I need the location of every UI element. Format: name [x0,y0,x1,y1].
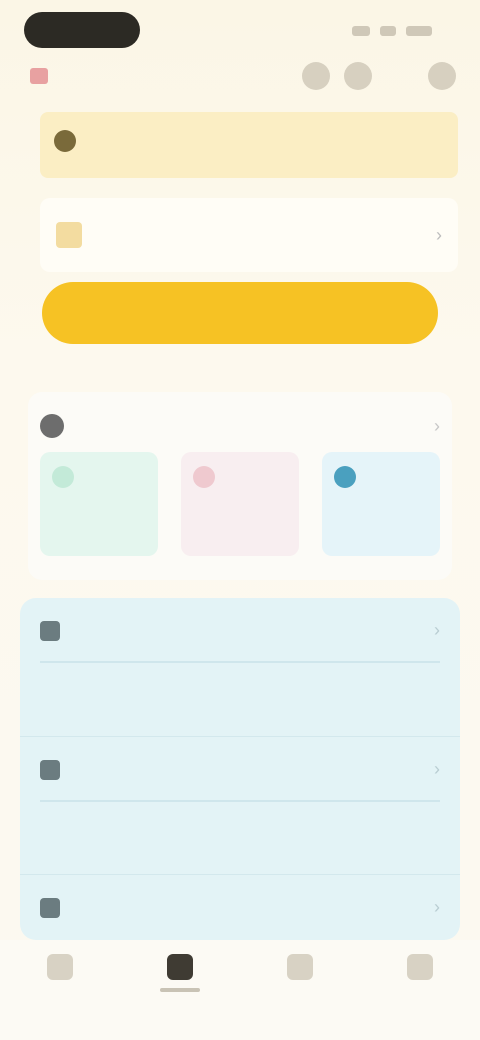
section-icon [40,414,64,438]
list-item[interactable]: › [20,874,460,940]
tile-icon [52,466,74,488]
signal-icon [352,26,370,36]
status-bar [20,8,460,52]
toolbar-actions [302,62,456,90]
divider [40,800,440,802]
chevron-right-icon: › [434,759,440,779]
shortcut-tile[interactable] [181,452,299,556]
tile-icon [334,466,356,488]
content-list: › › › [20,598,460,940]
item-icon [40,759,60,780]
dynamic-island [24,12,140,48]
tab-profile[interactable] [390,954,450,1040]
bell-icon [287,954,313,980]
chevron-right-icon[interactable]: › [434,416,440,437]
chevron-right-icon: › [436,224,442,245]
item-icon [40,897,60,918]
shortcuts-section: › [28,392,452,580]
item-icon [40,620,60,641]
divider [40,661,440,663]
chevron-right-icon: › [434,620,440,640]
filter-icon[interactable] [344,62,372,90]
bottom-tab-bar [0,940,480,1040]
wifi-icon [380,26,396,36]
tab-grid[interactable] [150,954,210,1040]
sort-icon[interactable] [302,62,330,90]
top-toolbar [24,58,456,94]
home-icon [47,954,73,980]
profile-icon [407,954,433,980]
list-item[interactable]: › [20,736,460,874]
chevron-right-icon: › [434,897,440,917]
info-icon [54,130,76,152]
active-indicator [160,988,200,992]
list-item[interactable]: › [20,598,460,736]
shortcut-tile[interactable] [322,452,440,556]
more-icon[interactable] [428,62,456,90]
tab-home[interactable] [30,954,90,1040]
tab-notifications[interactable] [270,954,330,1040]
notice-banner[interactable] [40,112,458,178]
flag-icon[interactable] [30,68,48,84]
primary-action-button[interactable] [42,282,438,344]
grid-icon [167,954,193,980]
status-icons [352,26,432,36]
shortcut-tile[interactable] [40,452,158,556]
warning-icon [56,222,82,248]
tile-icon [193,466,215,488]
battery-icon [406,26,432,36]
warning-card[interactable]: › [40,198,458,272]
